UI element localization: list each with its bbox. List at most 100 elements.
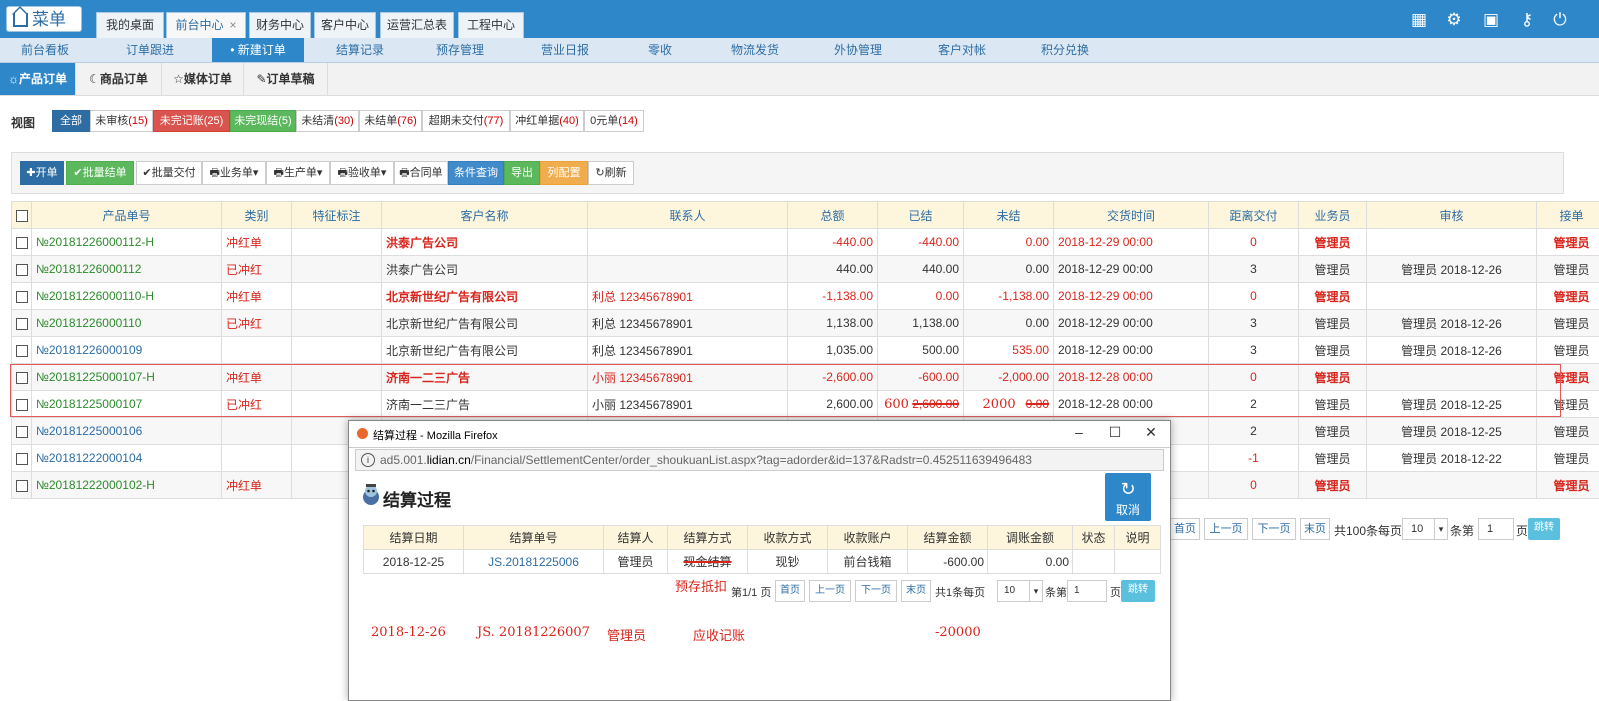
filter-unsettled[interactable]: 未结清(30) <box>296 110 359 132</box>
cancel-button[interactable]: ↻ 取消 <box>1105 473 1151 521</box>
row-checkbox[interactable] <box>11 363 32 391</box>
row-checkbox[interactable] <box>11 444 32 472</box>
col-mark[interactable]: 特征标注 <box>291 201 382 229</box>
order-no[interactable]: №20181226000112 <box>31 255 222 283</box>
row-checkbox[interactable] <box>11 417 32 445</box>
row-checkbox[interactable] <box>11 471 32 499</box>
table-row[interactable]: №20181226000112-H 冲红单 洪泰广告公司 -440.00 -44… <box>11 228 1599 256</box>
nav-prepaid-management[interactable]: 预存管理 <box>420 38 500 62</box>
nav-new-order[interactable]: • 新建订单 <box>212 38 304 62</box>
popup-titlebar[interactable]: 结算过程 - Mozilla Firefox – ☐ ✕ <box>349 421 1170 448</box>
pager-jump-button[interactable]: 跳转 <box>1528 518 1560 540</box>
popup-page-size-select[interactable]: 10 ▾ <box>997 580 1043 602</box>
close-icon[interactable]: ✕ <box>1141 424 1161 441</box>
nav-points-exchange[interactable]: 积分兑换 <box>1025 38 1105 62</box>
nav-order-followup[interactable]: 订单跟进 <box>110 38 190 62</box>
export-button[interactable]: 导出 <box>504 161 540 185</box>
col-salesperson[interactable]: 业务员 <box>1298 201 1367 229</box>
col-unpaid[interactable]: 未结 <box>963 201 1054 229</box>
col-contact[interactable]: 联系人 <box>587 201 788 229</box>
settlement-row[interactable]: 2018-12-25 JS.20181225006 管理员 现金结算 现钞 前台… <box>363 549 1161 574</box>
batch-deliver-button[interactable]: ✔批量交付 <box>136 161 202 185</box>
popup-pager-jump[interactable]: 跳转 <box>1121 580 1155 602</box>
tab-goods-orders[interactable]: ☾商品订单 <box>76 63 162 95</box>
table-row[interactable]: №20181225000107 已冲红 济南一二三广告 小丽 123456789… <box>11 390 1599 418</box>
refresh-button[interactable]: ↻刷新 <box>588 161 634 185</box>
order-no[interactable]: №20181222000104 <box>31 444 222 472</box>
tab-product-orders[interactable]: ☼产品订单 <box>0 63 76 95</box>
col-receiver[interactable]: 接单 <box>1536 201 1599 229</box>
select-all-checkbox[interactable] <box>11 201 32 229</box>
print-acceptance-button[interactable]: 🖶验收单▾ <box>330 161 394 185</box>
col-order-no[interactable]: 产品单号 <box>31 201 222 229</box>
print-production-button[interactable]: 🖶生产单▾ <box>266 161 330 185</box>
pager-next[interactable]: 下一页 <box>1252 518 1296 540</box>
tab-finance-center[interactable]: 财务中心 <box>249 12 311 38</box>
order-no[interactable]: №20181222000102-H <box>31 471 222 499</box>
nav-daily-report[interactable]: 营业日报 <box>525 38 605 62</box>
filter-overdue[interactable]: 超期未交付(77) <box>422 110 510 132</box>
table-row[interactable]: №20181226000110-H 冲红单 北京新世纪广告有限公司 利总 123… <box>11 282 1599 310</box>
close-tab-icon[interactable]: × <box>230 18 237 32</box>
print-contract-button[interactable]: 🖶合同单 <box>394 161 448 185</box>
print-business-button[interactable]: 🖶业务单▾ <box>202 161 266 185</box>
gear-icon[interactable]: ⚙ <box>1444 10 1464 30</box>
tab-engineering-center[interactable]: 工程中心 <box>458 12 524 38</box>
maximize-icon[interactable]: ☐ <box>1105 424 1125 441</box>
row-checkbox[interactable] <box>11 282 32 310</box>
order-no[interactable]: №20181225000107-H <box>31 363 222 391</box>
order-no[interactable]: №20181225000106 <box>31 417 222 445</box>
settle-no-link[interactable]: JS.20181225006 <box>463 549 604 574</box>
col-paid[interactable]: 已结 <box>877 201 964 229</box>
popup-pager-next[interactable]: 下一页 <box>855 580 897 602</box>
nav-customer-reconcile[interactable]: 客户对帐 <box>922 38 1002 62</box>
minimize-icon[interactable]: – <box>1069 424 1089 440</box>
col-total[interactable]: 总额 <box>787 201 878 229</box>
pager-first[interactable]: 首页 <box>1170 518 1200 540</box>
nav-settlement-records[interactable]: 结算记录 <box>320 38 400 62</box>
table-row[interactable]: №20181226000110 已冲红 北京新世纪广告有限公司 利总 12345… <box>11 309 1599 337</box>
popup-pager-first[interactable]: 首页 <box>775 580 805 602</box>
menu-button[interactable]: 菜单 <box>6 6 82 32</box>
order-no[interactable]: №20181226000110 <box>31 309 222 337</box>
filter-red-reversal[interactable]: 冲红单据(40) <box>510 110 584 132</box>
filter-zero-orders[interactable]: 0元单(14) <box>584 110 644 132</box>
col-audit[interactable]: 审核 <box>1366 201 1537 229</box>
row-checkbox[interactable] <box>11 228 32 256</box>
pager-prev[interactable]: 上一页 <box>1204 518 1248 540</box>
order-no[interactable]: №20181226000109 <box>31 336 222 364</box>
col-delivery-time[interactable]: 交货时间 <box>1053 201 1209 229</box>
nav-outsourcing[interactable]: 外协管理 <box>818 38 898 62</box>
row-checkbox[interactable] <box>11 309 32 337</box>
popup-page-number-input[interactable]: 1 <box>1067 580 1107 602</box>
condition-query-button[interactable]: 条件查询 <box>448 161 504 185</box>
row-checkbox[interactable] <box>11 390 32 418</box>
column-config-button[interactable]: 列配置 <box>540 161 588 185</box>
key-icon[interactable]: ⚷ <box>1517 10 1537 30</box>
table-row[interactable]: №20181226000112 已冲红 洪泰广告公司 440.00 440.00… <box>11 255 1599 283</box>
tab-order-drafts[interactable]: ✎订单草稿 <box>244 63 328 95</box>
nav-misc-income[interactable]: 零收 <box>620 38 700 62</box>
filter-unaudited[interactable]: 未审核(15) <box>90 110 153 132</box>
order-no[interactable]: №20181226000110-H <box>31 282 222 310</box>
col-days-to-delivery[interactable]: 距离交付 <box>1208 201 1299 229</box>
tab-front-center[interactable]: 前台中心 × <box>166 12 246 38</box>
grid-icon[interactable]: ▦ <box>1409 10 1429 30</box>
row-checkbox[interactable] <box>11 255 32 283</box>
nav-front-dashboard[interactable]: 前台看板 <box>0 38 90 62</box>
filter-unclosed[interactable]: 未结单(76) <box>359 110 422 132</box>
new-order-button[interactable]: ✚开单 <box>20 161 64 185</box>
filter-unfinished-accounting[interactable]: 未完记账(25) <box>153 110 230 132</box>
table-row[interactable]: №20181226000109 北京新世纪广告有限公司 利总 123456789… <box>11 336 1599 364</box>
order-no[interactable]: №20181225000107 <box>31 390 222 418</box>
page-size-select[interactable]: 10 ▾ <box>1402 518 1448 540</box>
table-row[interactable]: №20181225000107-H 冲红单 济南一二三广告 小丽 1234567… <box>11 363 1599 391</box>
pager-last[interactable]: 末页 <box>1300 518 1330 540</box>
filter-all[interactable]: 全部 <box>52 110 90 132</box>
tab-media-orders[interactable]: ☆媒体订单 <box>162 63 244 95</box>
popup-url-bar[interactable]: i ad5.001.lidian.cn/Financial/Settlement… <box>355 449 1164 471</box>
page-number-input[interactable]: 1 <box>1478 518 1514 540</box>
order-no[interactable]: №20181226000112-H <box>31 228 222 256</box>
row-checkbox[interactable] <box>11 336 32 364</box>
batch-close-button[interactable]: ✔批量结单 <box>66 161 134 185</box>
